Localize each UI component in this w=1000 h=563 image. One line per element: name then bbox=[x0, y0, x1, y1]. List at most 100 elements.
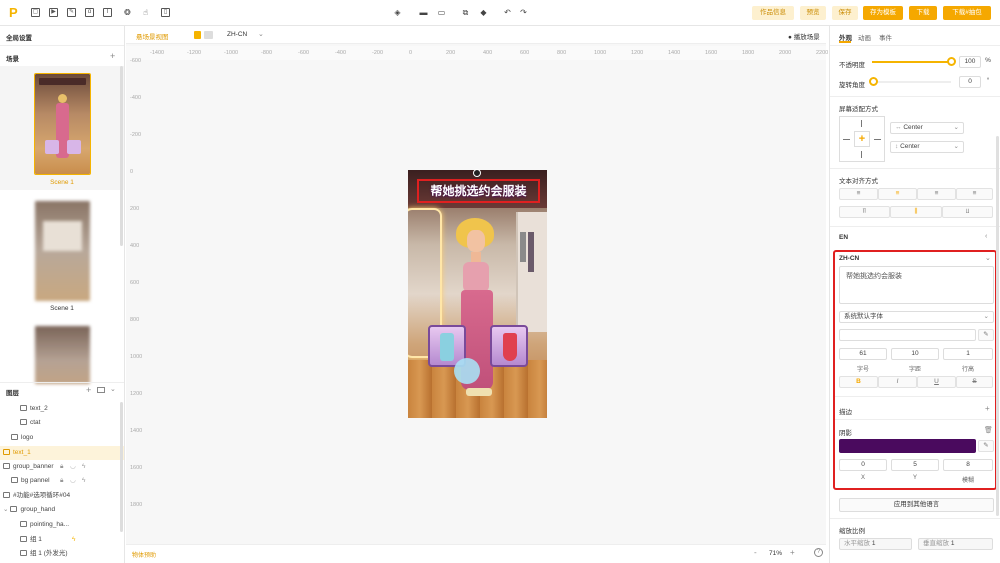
chevron-down-icon[interactable]: ⌄ bbox=[985, 254, 991, 262]
phone-tool-icon[interactable]: ▯ bbox=[161, 8, 170, 17]
text-tool-icon[interactable]: T bbox=[103, 8, 112, 17]
align-right-button[interactable]: ≡ bbox=[917, 188, 956, 200]
bold-button[interactable]: B bbox=[839, 376, 878, 388]
layer-item[interactable]: 组 1 (外发光) bbox=[0, 547, 124, 561]
lang-en-header[interactable]: EN bbox=[839, 234, 848, 241]
lightning-icon[interactable]: ϟ bbox=[82, 474, 85, 488]
download-package-button[interactable]: 下载#抽包 bbox=[943, 6, 991, 20]
selection-box[interactable]: 帮她挑选约会服装 bbox=[417, 179, 540, 203]
chevron-left-icon[interactable]: ‹ bbox=[985, 233, 987, 240]
layer-item[interactable]: text_2 bbox=[0, 402, 124, 416]
image-tool-icon[interactable]: ▢ bbox=[31, 8, 40, 17]
anchor-grid[interactable]: + bbox=[839, 116, 885, 162]
text-content-input[interactable]: 帮她挑选约会服装 bbox=[839, 266, 994, 304]
help-icon[interactable]: ? bbox=[814, 548, 823, 557]
chevron-down-icon[interactable]: ⌄ bbox=[110, 385, 116, 393]
undo-icon[interactable]: ↶ bbox=[503, 8, 512, 17]
strikethrough-button[interactable]: S bbox=[956, 376, 993, 388]
anchor-center-icon[interactable]: + bbox=[854, 131, 870, 147]
opacity-slider-handle[interactable] bbox=[947, 57, 956, 66]
paste-icon[interactable]: ◆ bbox=[479, 8, 488, 17]
global-settings-title[interactable]: 全局设置 bbox=[6, 32, 32, 42]
color-swatch-icon[interactable] bbox=[194, 31, 201, 39]
save-button[interactable]: 保存 bbox=[832, 6, 858, 20]
tab-animation[interactable]: 动画 bbox=[858, 32, 871, 42]
add-scene-icon[interactable]: + bbox=[110, 51, 115, 61]
toggle-icon[interactable] bbox=[204, 31, 213, 39]
opacity-slider-track[interactable] bbox=[872, 61, 951, 63]
chevron-down-icon[interactable]: ⌄ bbox=[258, 30, 264, 38]
vertical-scale-input[interactable]: 垂直缩放 1 bbox=[918, 538, 993, 550]
lock-icon[interactable]: 🔒︎ bbox=[60, 460, 63, 474]
valign-bottom-button[interactable]: ⫫ bbox=[942, 206, 993, 218]
layer-item[interactable]: ctat bbox=[0, 416, 124, 430]
outfit-option-right[interactable] bbox=[490, 325, 528, 367]
scene-thumbnail[interactable] bbox=[34, 73, 91, 175]
valign-middle-button[interactable]: ⫼ bbox=[890, 206, 942, 218]
shadow-blur-input[interactable]: 8 bbox=[943, 459, 993, 471]
download-button[interactable]: 下载 bbox=[909, 6, 937, 20]
zoom-out-button[interactable]: - bbox=[754, 548, 757, 557]
scene-thumbnail[interactable] bbox=[35, 201, 90, 301]
scene-view-toggle[interactable]: 悬场景视图 bbox=[136, 31, 169, 41]
horizontal-align-select[interactable]: ↔ Center ⌄ bbox=[890, 122, 964, 134]
properties-scrollbar[interactable] bbox=[996, 136, 999, 516]
copy-icon[interactable]: ⧉ bbox=[461, 8, 470, 17]
layer-item[interactable]: pointing_ha... bbox=[0, 518, 124, 532]
folder-icon[interactable]: ▬ bbox=[419, 8, 428, 17]
work-info-button[interactable]: 作品信息 bbox=[752, 6, 794, 20]
color-picker-icon[interactable]: ✎ bbox=[978, 329, 994, 341]
layers-scrollbar[interactable] bbox=[120, 402, 123, 532]
lightning-icon[interactable]: ϟ bbox=[72, 533, 75, 547]
add-stroke-icon[interactable]: + bbox=[985, 404, 990, 413]
eye-icon[interactable]: ◡ bbox=[70, 474, 76, 488]
valign-top-button[interactable]: ⫪ bbox=[839, 206, 890, 218]
folder-icon[interactable] bbox=[97, 387, 105, 393]
horizontal-scale-input[interactable]: 水平缩放 1 bbox=[839, 538, 912, 550]
font-color-input[interactable] bbox=[839, 329, 976, 341]
shadow-x-input[interactable]: 0 bbox=[839, 459, 887, 471]
align-center-button[interactable]: ≡ bbox=[878, 188, 917, 200]
layer-item[interactable]: #功能#选项循环#04 bbox=[0, 489, 124, 503]
tab-events[interactable]: 事件 bbox=[879, 32, 892, 42]
video-tool-icon[interactable]: ▶ bbox=[49, 8, 58, 17]
rotation-slider-track[interactable] bbox=[872, 81, 951, 83]
spine-tool-icon[interactable]: ɑ bbox=[85, 8, 94, 17]
layer-item-selected[interactable]: text_1 bbox=[0, 446, 124, 460]
lightning-icon[interactable]: ϟ bbox=[82, 460, 85, 474]
scene-thumbnail[interactable] bbox=[35, 326, 90, 384]
redo-icon[interactable]: ↷ bbox=[519, 8, 528, 17]
language-select[interactable]: ZH-CN bbox=[227, 31, 247, 38]
game-preview[interactable] bbox=[408, 170, 547, 418]
zoom-in-button[interactable]: + bbox=[790, 548, 795, 557]
opacity-input[interactable]: 100 bbox=[959, 56, 981, 68]
layer-item[interactable]: ⌄ group_hand bbox=[0, 503, 124, 517]
chevron-down-icon[interactable]: ⌄ bbox=[3, 506, 8, 513]
vertical-align-select[interactable]: ↕ Center ⌄ bbox=[890, 141, 964, 153]
shadow-color-swatch[interactable] bbox=[839, 439, 976, 453]
underline-button[interactable]: U bbox=[917, 376, 956, 388]
italic-button[interactable]: I bbox=[878, 376, 917, 388]
lang-zh-header[interactable]: ZH-CN bbox=[839, 255, 859, 262]
rotate-handle-icon[interactable] bbox=[473, 169, 481, 177]
layers-icon[interactable]: ◈ bbox=[393, 8, 402, 17]
hand-tool-icon[interactable]: ☝ bbox=[141, 8, 150, 17]
layer-item[interactable]: logo bbox=[0, 431, 124, 445]
color-picker-icon[interactable]: ✎ bbox=[978, 440, 994, 452]
apply-all-languages-button[interactable]: 应用到其他语言 bbox=[839, 498, 994, 512]
play-scene-button[interactable]: ● 播放场景 bbox=[788, 31, 820, 41]
font-select[interactable]: 系统默认字体 ⌄ bbox=[839, 311, 994, 323]
save-template-button[interactable]: 存为模板 bbox=[863, 6, 903, 20]
line-height-input[interactable]: 1 bbox=[943, 348, 993, 360]
align-left-button[interactable]: ≡ bbox=[839, 188, 878, 200]
rotation-slider-handle[interactable] bbox=[869, 77, 878, 86]
lock-icon[interactable]: 🔒︎ bbox=[60, 474, 63, 488]
align-justify-button[interactable]: ≡ bbox=[956, 188, 993, 200]
layer-item[interactable]: group_banner 🔒︎ ◡ ϟ bbox=[0, 460, 124, 474]
letter-spacing-input[interactable]: 10 bbox=[891, 348, 939, 360]
edit-tool-icon[interactable]: ✎ bbox=[67, 8, 76, 17]
scenes-scrollbar[interactable] bbox=[120, 66, 123, 246]
rotation-input[interactable]: 0 bbox=[959, 76, 981, 88]
eye-icon[interactable]: ◡ bbox=[70, 460, 76, 474]
particle-tool-icon[interactable]: ❂ bbox=[123, 8, 132, 17]
